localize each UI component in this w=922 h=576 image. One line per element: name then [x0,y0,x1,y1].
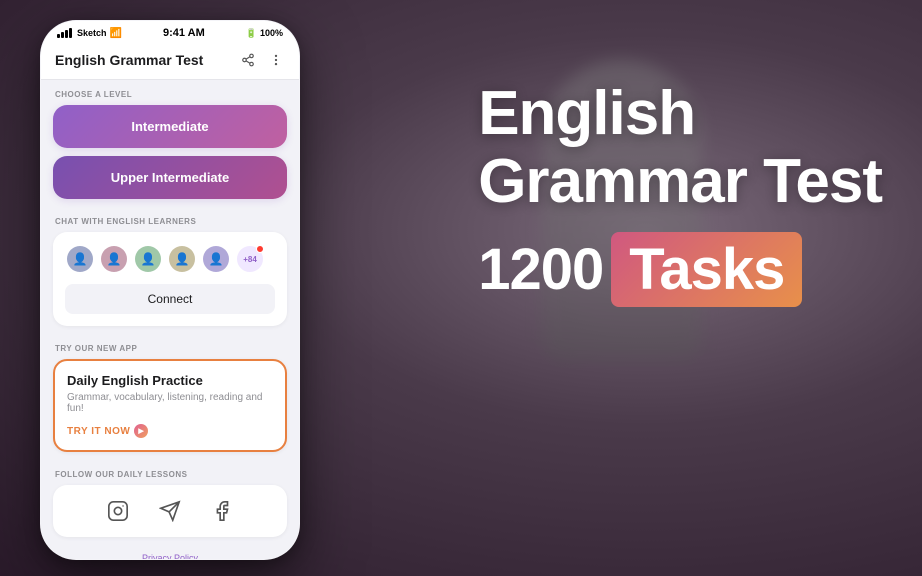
app-header: English Grammar Test [41,43,299,80]
instagram-icon[interactable] [104,497,132,525]
social-section-label: FOLLOW OUR DAILY LESSONS [41,460,299,485]
right-panel: English Grammar Test 1200 Tasks [478,80,882,307]
status-right: 🔋 100% [246,28,283,39]
avatar-more: +84 [235,244,265,274]
level-card-intermediate[interactable]: Intermediate [53,105,287,148]
level-card-upper-intermediate[interactable]: Upper Intermediate [53,156,287,199]
share-icon[interactable] [239,51,257,69]
phone-mockup: Sketch 📶 9:41 AM 🔋 100% English Grammar … [40,20,300,560]
status-left: Sketch 📶 [57,28,122,39]
phone-screen: Sketch 📶 9:41 AM 🔋 100% English Grammar … [40,20,300,560]
avatars-row: 👤 👤 👤 👤 👤 +84 [65,244,275,274]
main-title: English Grammar Test [478,80,882,216]
notification-dot [256,245,264,253]
facebook-icon[interactable] [208,497,236,525]
chat-section-label: CHAT WITH ENGLISH LEARNERS [41,207,299,232]
wifi-icon: 📶 [110,28,122,39]
level-btn-intermediate[interactable]: Intermediate [53,105,287,148]
tasks-badge: Tasks [611,232,802,307]
carrier-name: Sketch [77,28,107,38]
phone-content: CHOOSE A LEVEL Intermediate Upper Interm… [41,80,299,559]
social-section [53,485,287,537]
avatar-5: 👤 [201,244,231,274]
tasks-label: Tasks [629,237,784,302]
level-section-label: CHOOSE A LEVEL [41,80,299,105]
connect-button[interactable]: Connect [65,284,275,314]
status-time: 9:41 AM [163,27,205,39]
phone-footer: Privacy Policy Copyright Sevenlynx - All… [41,545,299,559]
new-app-title: Daily English Practice [67,373,273,388]
new-app-description: Grammar, vocabulary, listening, reading … [67,392,273,414]
chat-section: 👤 👤 👤 👤 👤 +84 [53,232,287,326]
privacy-policy-link[interactable]: Privacy Policy [49,553,291,559]
signal-bars [57,28,72,38]
app-header-title: English Grammar Test [55,52,203,68]
battery-icon: 🔋 [246,28,257,39]
avatar-4: 👤 [167,244,197,274]
battery-percent: 100% [260,28,283,38]
level-btn-upper-intermediate[interactable]: Upper Intermediate [53,156,287,199]
tasks-row: 1200 Tasks [478,232,882,307]
more-icon[interactable] [267,51,285,69]
try-it-now-button[interactable]: TRY IT NOW ▶ [67,424,148,438]
telegram-icon[interactable] [156,497,184,525]
play-icon: ▶ [134,424,148,438]
avatar-3: 👤 [133,244,163,274]
new-app-section-label: TRY OUR NEW APP [41,334,299,359]
try-btn-label: TRY IT NOW [67,426,130,437]
tasks-number: 1200 [478,236,603,303]
avatar-1: 👤 [65,244,95,274]
new-app-section: Daily English Practice Grammar, vocabula… [53,359,287,452]
avatar-more-count: +84 [243,255,257,264]
status-bar: Sketch 📶 9:41 AM 🔋 100% [41,21,299,43]
avatar-2: 👤 [99,244,129,274]
header-icons [239,51,285,69]
